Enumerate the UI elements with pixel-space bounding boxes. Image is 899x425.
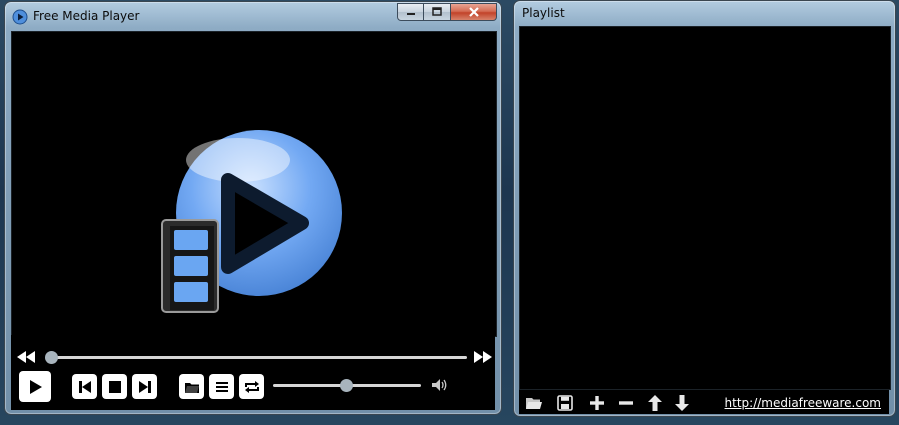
caption-buttons: [397, 3, 497, 21]
close-button[interactable]: [451, 3, 497, 21]
maximize-button[interactable]: [424, 3, 451, 21]
play-button[interactable]: [19, 371, 51, 402]
seek-slider[interactable]: [45, 351, 58, 364]
close-icon: [468, 7, 479, 17]
mute-button[interactable]: [431, 377, 449, 393]
fast-forward-button[interactable]: [472, 349, 494, 365]
stop-button[interactable]: [102, 374, 127, 399]
video-area[interactable]: [11, 31, 497, 337]
volume-slider[interactable]: [339, 379, 353, 392]
repeat-button[interactable]: [239, 374, 264, 399]
website-link[interactable]: http://mediafreeware.com: [725, 396, 881, 410]
controls-bar: [11, 335, 495, 410]
move-up-icon[interactable]: [646, 394, 664, 412]
open-folder-icon[interactable]: [525, 394, 543, 412]
rewind-button[interactable]: [15, 349, 37, 365]
player-window: Free Media Player: [4, 1, 502, 415]
open-folder-icon: [184, 382, 199, 393]
play-icon: [30, 379, 42, 394]
playlist-window: Playlist http://mediafreeware.com: [513, 0, 896, 417]
window-title: Free Media Player: [33, 9, 140, 23]
maximize-icon: [432, 7, 442, 16]
previous-button[interactable]: [72, 374, 97, 399]
previous-icon: [78, 380, 91, 393]
repeat-icon: [244, 380, 259, 393]
next-button[interactable]: [132, 374, 157, 399]
playlist-title: Playlist: [522, 6, 565, 20]
app-logo-icon: [12, 9, 28, 25]
next-icon: [138, 380, 151, 393]
remove-icon[interactable]: [617, 394, 635, 412]
speaker-icon: [432, 379, 447, 391]
playlist-icon: [215, 381, 228, 392]
fast-forward-icon: [474, 351, 492, 363]
move-down-icon[interactable]: [673, 394, 691, 412]
media-player-logo: [161, 130, 342, 313]
playlist-list[interactable]: [519, 26, 891, 390]
save-icon[interactable]: [556, 394, 574, 412]
minimize-icon: [406, 13, 415, 15]
rewind-icon: [17, 351, 35, 363]
seek-track[interactable]: [51, 356, 467, 359]
playlist-toolbar: http://mediafreeware.com: [519, 390, 889, 414]
open-file-button[interactable]: [179, 374, 204, 399]
add-icon[interactable]: [588, 394, 606, 412]
stop-icon: [108, 380, 121, 393]
minimize-button[interactable]: [397, 3, 424, 21]
playlist-button[interactable]: [209, 374, 234, 399]
